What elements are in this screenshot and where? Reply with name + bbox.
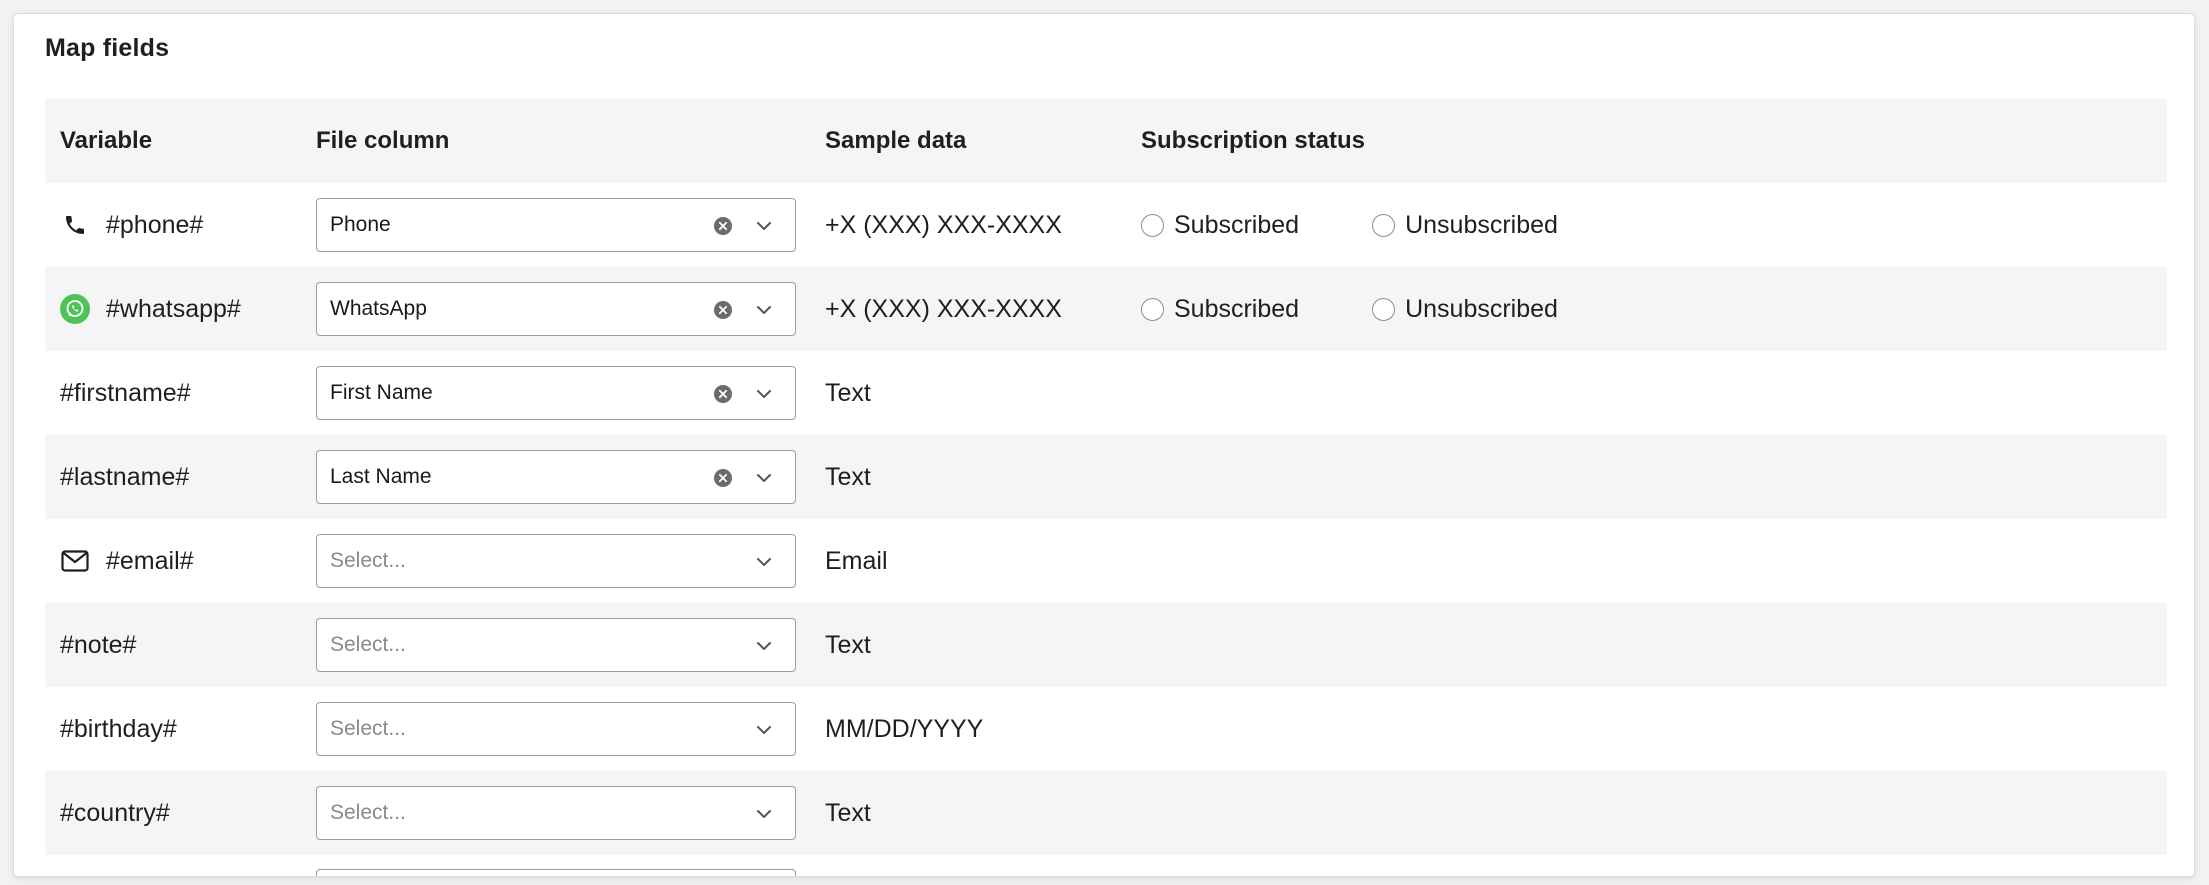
file-column-select[interactable]: Select... <box>316 534 796 588</box>
unsubscribed-label: Unsubscribed <box>1405 294 1558 323</box>
sample-data: +X (XXX) XXX-XXXX <box>825 210 1062 239</box>
header-file-column: File column <box>316 127 450 154</box>
table-row-whatsapp: #whatsapp# WhatsApp +X (XXX) XXX-XXXX Su… <box>45 267 2167 351</box>
subscribed-radio[interactable] <box>1141 297 1164 321</box>
select-placeholder: Select... <box>330 717 406 740</box>
file-column-select[interactable]: Phone <box>316 198 796 252</box>
select-placeholder: Select... <box>330 549 406 572</box>
chevron-down-icon[interactable] <box>753 803 775 825</box>
table-row-firstname: #firstname# First Name Text <box>45 351 2167 435</box>
subscription-radio-group: Subscribed Unsubscribed <box>1141 267 1631 351</box>
chevron-down-icon[interactable] <box>753 467 775 489</box>
unsubscribed-option[interactable]: Unsubscribed <box>1372 295 1558 324</box>
unsubscribed-radio[interactable] <box>1372 213 1396 237</box>
select-placeholder: Select... <box>330 633 406 656</box>
clear-icon[interactable] <box>713 468 733 488</box>
whatsapp-icon <box>60 294 90 324</box>
variable-label: #phone# <box>106 210 204 239</box>
file-column-select[interactable]: Select... <box>316 786 796 840</box>
panel-title: Map fields <box>45 34 170 62</box>
table-row-email: #email# Select... Email <box>45 519 2167 603</box>
clear-icon[interactable] <box>713 384 733 404</box>
variable-label: #firstname# <box>60 378 191 407</box>
envelope-icon <box>60 546 90 576</box>
select-placeholder: Select... <box>330 801 406 824</box>
unsubscribed-option[interactable]: Unsubscribed <box>1372 211 1558 240</box>
table-row-lastname: #lastname# Last Name Text <box>45 435 2167 519</box>
table-row-birthday: #birthday# Select... MM/DD/YYYY <box>45 687 2167 771</box>
phone-icon <box>60 210 90 240</box>
sample-data: +X (XXX) XXX-XXXX <box>825 294 1062 323</box>
chevron-down-icon[interactable] <box>753 719 775 741</box>
chevron-down-icon[interactable] <box>753 635 775 657</box>
subscription-radio-group: Subscribed Unsubscribed <box>1141 183 1631 267</box>
sample-data: MM/DD/YYYY <box>825 714 984 743</box>
subscribed-radio[interactable] <box>1141 213 1164 237</box>
chevron-down-icon[interactable] <box>753 383 775 405</box>
table-row-note: #note# Select... Text <box>45 603 2167 687</box>
header-variable: Variable <box>60 127 153 154</box>
unsubscribed-label: Unsubscribed <box>1405 210 1558 239</box>
sample-data: Text <box>825 378 871 407</box>
file-column-select[interactable]: Select... <box>316 702 796 756</box>
chevron-down-icon[interactable] <box>753 215 775 237</box>
sample-data: Text <box>825 630 871 659</box>
sample-data: Email <box>825 546 888 575</box>
file-column-select[interactable]: WhatsApp <box>316 282 796 336</box>
clear-icon[interactable] <box>713 216 733 236</box>
header-sample-data: Sample data <box>825 127 967 154</box>
variable-label: #country# <box>60 798 170 827</box>
variable-label: #whatsapp# <box>106 294 241 323</box>
table-row-country: #country# Select... Text <box>45 771 2167 855</box>
chevron-down-icon[interactable] <box>753 551 775 573</box>
table-row-phone: #phone# Phone +X (XXX) XXX-XXXX Subscrib… <box>45 183 2167 267</box>
clear-icon[interactable] <box>713 300 733 320</box>
subscribed-label: Subscribed <box>1174 294 1300 323</box>
file-column-select[interactable]: Select... <box>316 618 796 672</box>
sample-data: Text <box>825 798 871 827</box>
file-column-select[interactable]: Last Name <box>316 450 796 504</box>
variable-label: #birthday# <box>60 714 177 743</box>
subscribed-label: Subscribed <box>1174 210 1300 239</box>
sample-data: Text <box>825 462 871 491</box>
table-header-row: Variable File column Sample data Subscri… <box>45 99 2167 183</box>
header-subscription-status: Subscription status <box>1141 127 1366 154</box>
map-fields-table: Variable File column Sample data Subscri… <box>45 99 2167 855</box>
file-column-select-partial[interactable] <box>316 869 796 876</box>
file-column-select[interactable]: First Name <box>316 366 796 420</box>
subscribed-option[interactable]: Subscribed <box>1141 211 1299 240</box>
unsubscribed-radio[interactable] <box>1372 297 1396 321</box>
chevron-down-icon[interactable] <box>753 299 775 321</box>
subscribed-option[interactable]: Subscribed <box>1141 295 1299 324</box>
map-fields-panel: Map fields Variable File column Sample d… <box>14 14 2194 876</box>
variable-label: #email# <box>106 546 194 575</box>
variable-label: #lastname# <box>60 462 190 491</box>
variable-label: #note# <box>60 630 137 659</box>
